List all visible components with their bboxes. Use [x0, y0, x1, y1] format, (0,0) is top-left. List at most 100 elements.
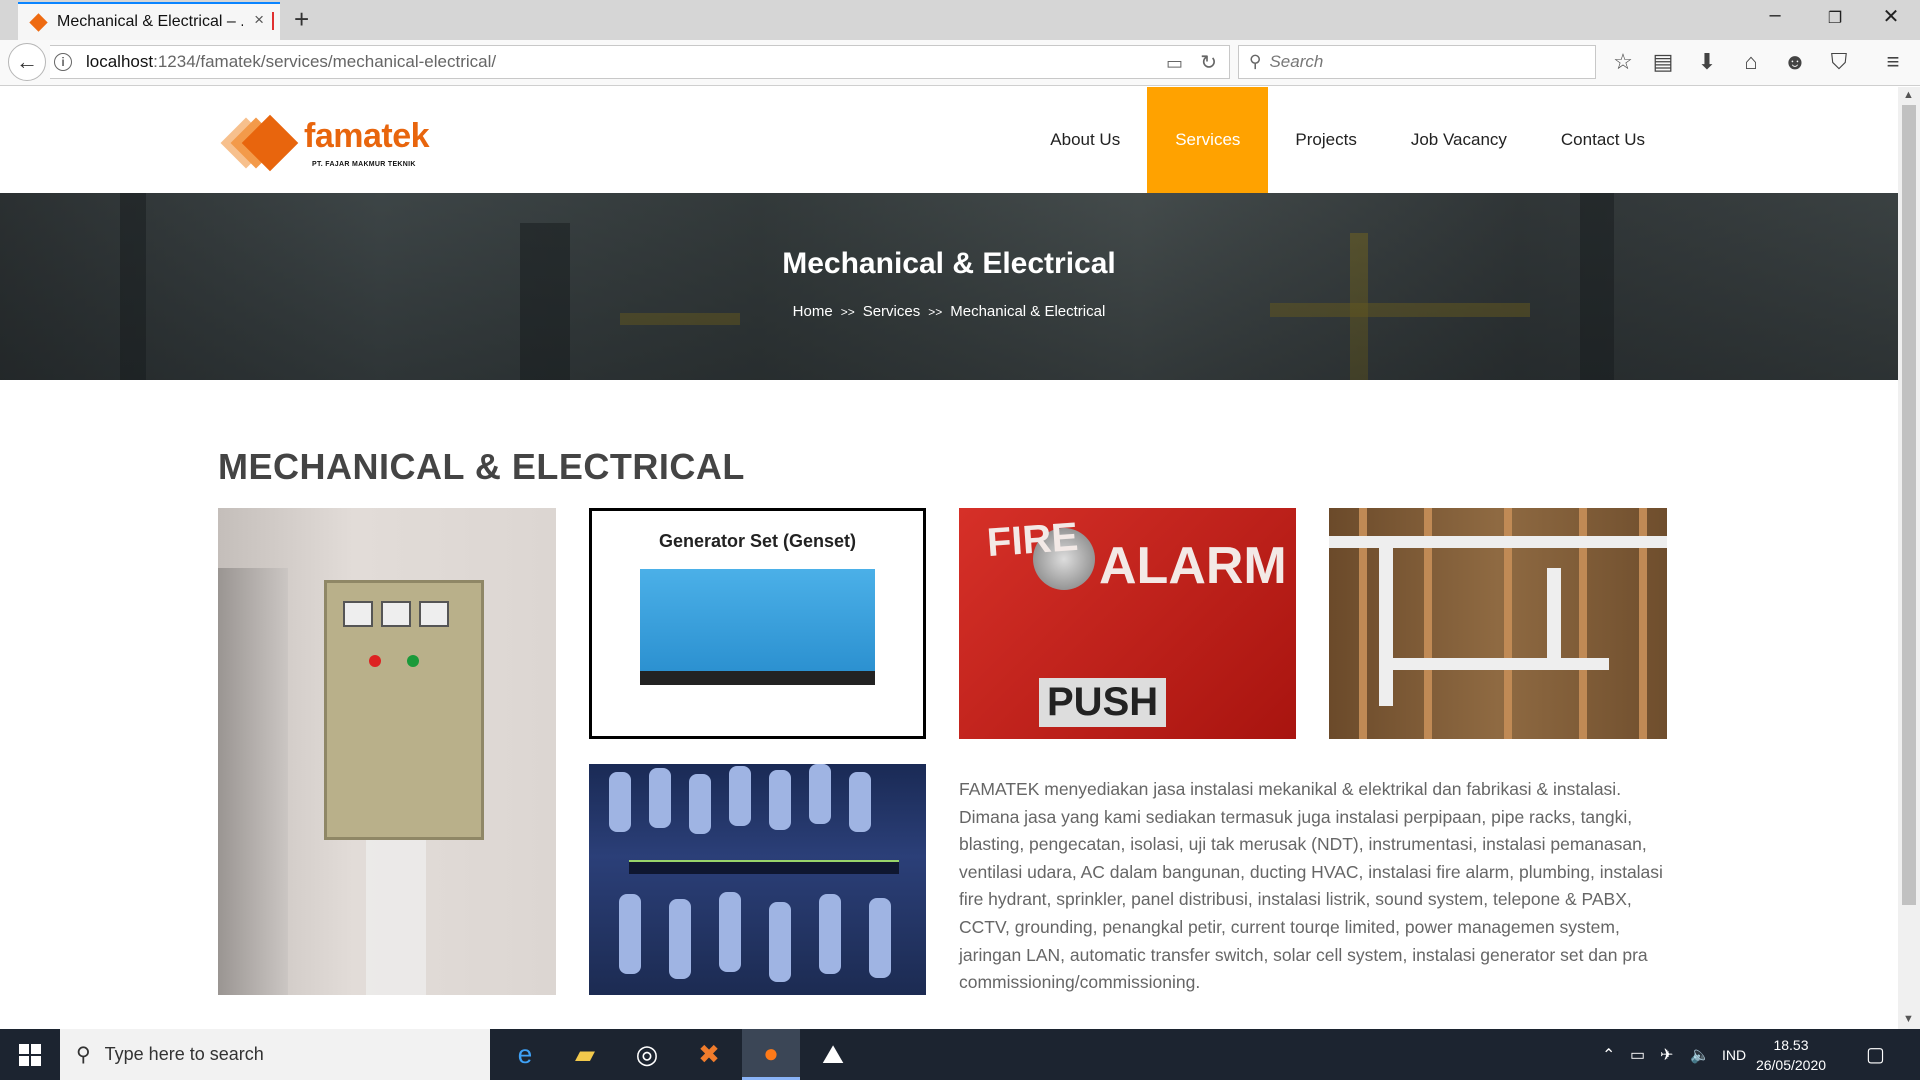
network-cable: [649, 768, 671, 828]
url-path: :1234/famatek/services/mechanical-electr…: [153, 52, 497, 71]
show-hidden-icons-icon[interactable]: ⌃: [1602, 1045, 1615, 1065]
restore-window-button[interactable]: ❐: [1812, 8, 1858, 28]
genset-base: [640, 671, 875, 685]
white-pipe: [1379, 536, 1393, 706]
address-bar[interactable]: i localhost:1234/famatek/services/mechan…: [50, 45, 1230, 79]
media-player-icon[interactable]: ◎: [618, 1029, 676, 1080]
browser-tab[interactable]: Mechanical & Electrical – ... ×: [18, 2, 280, 40]
start-button[interactable]: [0, 1029, 60, 1080]
alarm-word-text: ALARM: [1099, 537, 1287, 595]
close-tab-icon[interactable]: ×: [254, 10, 264, 30]
firefox-icon[interactable]: ●: [742, 1029, 800, 1080]
url-host: localhost: [86, 52, 154, 71]
logo-subtitle: PT. FAJAR MAKMUR TEKNIK: [312, 161, 416, 168]
panel-conduit: [366, 840, 426, 995]
network-cable: [729, 766, 751, 826]
control-panel-box: [324, 580, 484, 840]
windows-logo-icon: [19, 1043, 41, 1066]
lan-switch-image: [589, 764, 926, 995]
bookmarks-library-icon[interactable]: ▤: [1648, 49, 1678, 75]
white-pipe: [1379, 658, 1609, 670]
volume-icon[interactable]: 🔈: [1690, 1045, 1710, 1065]
minimize-window-button[interactable]: –: [1752, 4, 1798, 27]
panel-meter: [419, 601, 449, 627]
home-icon[interactable]: ⌂: [1736, 49, 1766, 75]
windows-taskbar: ⚲ Type here to search e ▰ ◎ ✖ ● ⛰ ⌃ ▭ ✈ …: [0, 1029, 1920, 1080]
network-cable: [809, 764, 831, 824]
tab-marker: [272, 12, 274, 30]
xampp-icon[interactable]: ✖: [680, 1029, 738, 1080]
network-cable: [769, 902, 791, 982]
white-pipe: [1547, 568, 1561, 668]
scroll-down-icon[interactable]: ▼: [1903, 1013, 1914, 1025]
genset-image: Generator Set (Genset): [589, 508, 926, 739]
panel-cabinet-side: [218, 568, 288, 995]
network-cable: [769, 770, 791, 830]
tab-title: Mechanical & Electrical – ...: [57, 13, 243, 30]
network-cable: [689, 774, 711, 834]
network-cable: [669, 899, 691, 979]
bookmark-star-icon[interactable]: ☆: [1608, 49, 1638, 75]
page-heading: MECHANICAL & ELECTRICAL: [218, 446, 745, 487]
menu-item-projects[interactable]: Projects: [1268, 87, 1383, 193]
input-language[interactable]: IND: [1722, 1047, 1746, 1063]
genset-body: [640, 569, 875, 677]
close-window-button[interactable]: ✕: [1868, 4, 1914, 29]
breadcrumb-current: Mechanical & Electrical: [950, 303, 1106, 320]
new-tab-button[interactable]: +: [294, 4, 309, 35]
airplane-mode-icon[interactable]: ✈: [1660, 1045, 1673, 1065]
fire-alarm-image: FIRE ALARM PUSH: [959, 508, 1296, 739]
green-lamp: [407, 655, 419, 667]
breadcrumb: Home >> Services >> Mechanical & Electrical: [0, 303, 1898, 320]
menu-item-contact-us[interactable]: Contact Us: [1534, 87, 1672, 193]
red-lamp: [369, 655, 381, 667]
back-button[interactable]: ←: [8, 43, 46, 81]
network-cable: [619, 894, 641, 974]
chat-icon[interactable]: ☻: [1780, 49, 1810, 75]
battery-icon[interactable]: ▭: [1630, 1045, 1645, 1065]
alarm-push-text: PUSH: [1039, 678, 1167, 727]
reload-icon[interactable]: ↻: [1200, 50, 1217, 75]
network-cable: [819, 894, 841, 974]
downloads-icon[interactable]: ⬇: [1692, 49, 1722, 75]
menu-item-services[interactable]: Services: [1147, 87, 1269, 193]
panel-meter: [343, 601, 373, 627]
main-menu: About Us Services Projects Job Vacancy C…: [1023, 87, 1672, 193]
taskbar-search-placeholder: Type here to search: [104, 1044, 264, 1064]
browser-toolbar: ← i localhost:1234/famatek/services/mech…: [0, 40, 1920, 86]
network-cable: [849, 772, 871, 832]
scroll-up-icon[interactable]: ▲: [1903, 89, 1914, 101]
clock-date: 26/05/2020: [1755, 1057, 1827, 1073]
logo-name: famatek: [304, 117, 430, 155]
alarm-fire-text: FIRE: [985, 514, 1080, 566]
browser-search-input[interactable]: ⚲ Search: [1238, 45, 1596, 79]
menu-item-about-us[interactable]: About Us: [1023, 87, 1147, 193]
menu-hamburger-icon[interactable]: ≡: [1878, 49, 1908, 75]
breadcrumb-home[interactable]: Home: [793, 303, 833, 320]
plumbing-pipes-image: [1329, 508, 1667, 739]
scroll-thumb[interactable]: [1902, 105, 1916, 905]
switch-port-strip: [629, 860, 899, 874]
network-cable: [869, 898, 891, 978]
site-info-icon[interactable]: i: [54, 53, 72, 71]
edge-icon[interactable]: e: [496, 1029, 554, 1080]
menu-item-job-vacancy[interactable]: Job Vacancy: [1384, 87, 1534, 193]
system-clock[interactable]: 18.53 26/05/2020: [1746, 1035, 1836, 1075]
electrical-panel-image: [218, 508, 556, 995]
network-cable: [609, 772, 631, 832]
reader-view-icon[interactable]: ▭: [1166, 53, 1183, 74]
back-arrow-icon: ←: [16, 49, 38, 74]
clock-time: 18.53: [1773, 1037, 1809, 1053]
notifications-icon[interactable]: ▢: [1866, 1042, 1885, 1067]
photos-app-icon[interactable]: ⛰: [804, 1029, 862, 1080]
taskbar-search-input[interactable]: ⚲ Type here to search: [60, 1029, 490, 1080]
browser-tab-bar: Mechanical & Electrical – ... × + – ❐ ✕: [0, 0, 1920, 40]
banner-title: Mechanical & Electrical: [782, 247, 1116, 280]
pocket-icon[interactable]: ⛉: [1824, 49, 1854, 75]
breadcrumb-services[interactable]: Services: [863, 303, 921, 320]
breadcrumb-separator: >>: [840, 305, 855, 319]
file-explorer-icon[interactable]: ▰: [556, 1029, 614, 1080]
service-description: FAMATEK menyediakan jasa instalasi mekan…: [959, 779, 1663, 993]
famatek-logo[interactable]: famatek PT. FAJAR MAKMUR TEKNIK: [220, 114, 442, 177]
page-scrollbar[interactable]: ▲ ▼: [1898, 87, 1920, 1029]
